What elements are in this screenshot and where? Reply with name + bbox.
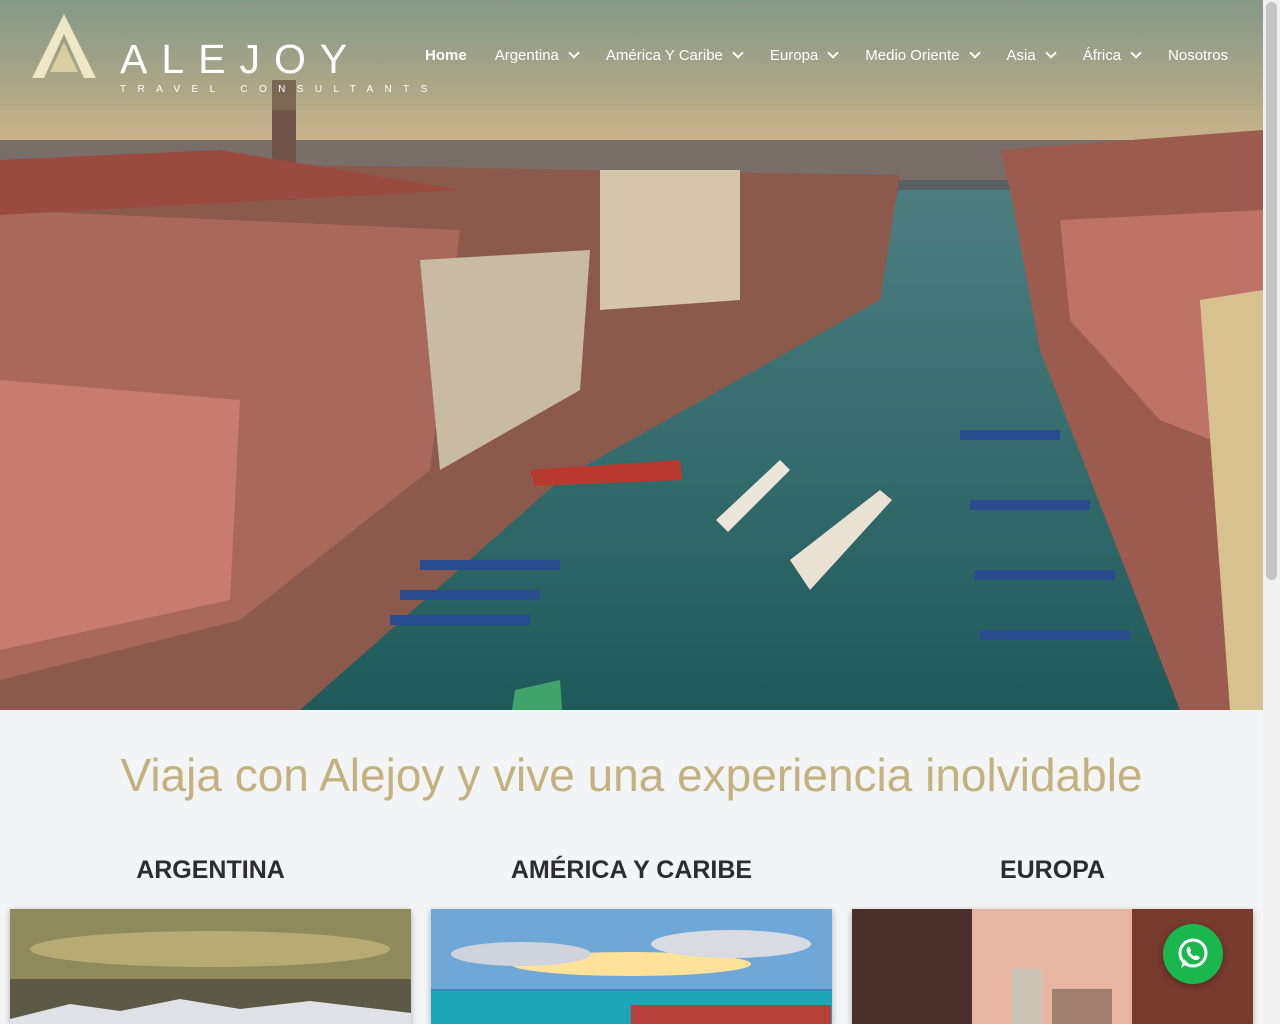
destination-title-argentina: ARGENTINA bbox=[136, 856, 285, 884]
chevron-down-icon bbox=[732, 47, 744, 59]
destination-card-america-caribe[interactable] bbox=[431, 909, 832, 1024]
nav-label: Asia bbox=[1006, 46, 1036, 64]
destination-title-america-caribe: AMÉRICA Y CARIBE bbox=[510, 856, 753, 884]
chevron-down-icon bbox=[968, 47, 981, 59]
nav-label: América Y Caribe bbox=[605, 46, 723, 64]
brand-tagline: TRAVEL CONSULTANTS bbox=[120, 84, 439, 95]
nav-item-africa[interactable]: África bbox=[1082, 44, 1142, 66]
page-scrollbar[interactable] bbox=[1263, 0, 1280, 1024]
chevron-down-icon bbox=[1130, 47, 1142, 59]
nav-item-asia[interactable]: Asia bbox=[1006, 44, 1057, 66]
nav-label: Medio Oriente bbox=[865, 46, 960, 64]
brand-name: ALEJOY bbox=[120, 36, 362, 82]
chevron-down-icon bbox=[827, 47, 839, 59]
caribbean-image bbox=[431, 909, 832, 1024]
nav-item-nosotros[interactable]: Nosotros bbox=[1168, 44, 1228, 66]
nav-item-america-y-caribe[interactable]: América Y Caribe bbox=[605, 44, 744, 66]
nav-label: Home bbox=[425, 46, 467, 64]
nav-label: Nosotros bbox=[1168, 46, 1229, 64]
hero-banner: ALEJOY TRAVEL CONSULTANTS Home Argentina… bbox=[0, 0, 1263, 710]
destination-card-argentina[interactable] bbox=[10, 909, 411, 1024]
chevron-down-icon bbox=[568, 47, 580, 59]
nav-item-europa[interactable]: Europa bbox=[769, 44, 839, 66]
destination-title-europa: EUROPA bbox=[999, 856, 1106, 884]
nav-label: Europa bbox=[769, 46, 819, 64]
nav-item-home[interactable]: Home bbox=[425, 44, 467, 66]
site-header: ALEJOY TRAVEL CONSULTANTS Home Argentina… bbox=[0, 0, 1263, 110]
main-nav: Home Argentina América Y Caribe Europa M… bbox=[425, 44, 1256, 66]
chevron-down-icon bbox=[1045, 47, 1057, 59]
whatsapp-icon bbox=[1178, 938, 1208, 968]
nav-label: Argentina bbox=[494, 46, 559, 64]
logo-mark-icon bbox=[32, 14, 96, 78]
nav-label: África bbox=[1082, 46, 1122, 64]
nav-item-argentina[interactable]: Argentina bbox=[494, 44, 580, 66]
argentina-image bbox=[10, 909, 411, 1024]
scrollbar-thumb[interactable] bbox=[1266, 2, 1277, 580]
brand-logo[interactable]: ALEJOY TRAVEL CONSULTANTS bbox=[32, 14, 427, 100]
page-headline: Viaja con Alejoy y vive una experiencia … bbox=[120, 749, 1143, 801]
nav-item-medio-oriente[interactable]: Medio Oriente bbox=[865, 44, 981, 66]
whatsapp-button[interactable] bbox=[1163, 924, 1223, 984]
